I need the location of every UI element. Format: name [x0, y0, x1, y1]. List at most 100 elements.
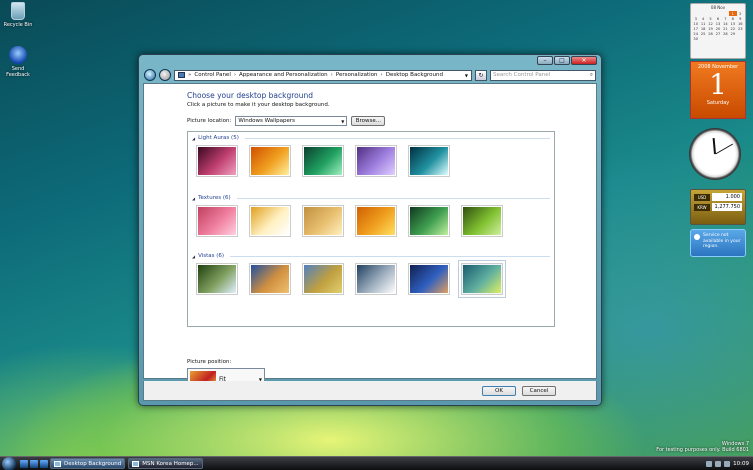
- taskbar: Desktop Background MSN Korea Homep... 10…: [0, 456, 753, 470]
- currency-value[interactable]: 1,277.750: [712, 203, 742, 211]
- show-desktop-icon[interactable]: [20, 459, 28, 468]
- date-gadget[interactable]: 2008 November 1 Saturday: [690, 61, 746, 119]
- picture-position-label: Picture position:: [187, 359, 232, 365]
- refresh-button[interactable]: ↻: [475, 69, 487, 81]
- currency-code[interactable]: USD: [694, 193, 710, 201]
- wallpaper-thumbnail[interactable]: [355, 145, 397, 177]
- wallpaper-thumbnail[interactable]: [408, 145, 450, 177]
- wallpaper-thumbnail[interactable]: [355, 205, 397, 237]
- window-controls: – □ ✕: [537, 56, 597, 65]
- watermark-line: For testing purposes only. Build 6801: [656, 447, 749, 453]
- wallpaper-thumbnail[interactable]: [196, 145, 238, 177]
- currency-value[interactable]: 1.000: [712, 193, 742, 201]
- wallpaper-thumbnail[interactable]: [302, 205, 344, 237]
- desktop-icon-label: Recycle Bin: [3, 22, 33, 28]
- chevron-down-icon[interactable]: ▼: [465, 73, 468, 78]
- dialog-footer: OK Cancel: [143, 381, 597, 401]
- back-button[interactable]: ‹: [144, 69, 156, 81]
- taskbar-item-desktop-background[interactable]: Desktop Background: [50, 458, 126, 469]
- control-panel-icon: [54, 460, 61, 467]
- group-textures: ◢ Textures (6): [192, 195, 550, 237]
- wallpaper-thumbnail[interactable]: [302, 263, 344, 295]
- switch-windows-icon[interactable]: [30, 459, 38, 468]
- calendar-month-header: 08 Nov: [710, 5, 726, 10]
- clock-gadget[interactable]: [687, 126, 743, 182]
- calendar-day[interactable]: 28: [722, 31, 729, 36]
- wallpaper-thumbnail[interactable]: [461, 205, 503, 237]
- collapse-triangle-icon[interactable]: ◢: [192, 196, 195, 201]
- network-icon[interactable]: [706, 460, 713, 467]
- minimize-button[interactable]: –: [537, 56, 553, 65]
- security-icon[interactable]: [724, 460, 731, 467]
- thumbnail-row: [196, 145, 550, 177]
- clock-hour-hand: [712, 137, 716, 155]
- breadcrumb-control-panel[interactable]: Control Panel: [194, 72, 230, 78]
- wallpaper-thumbnail[interactable]: [249, 205, 291, 237]
- calendar-day: [722, 36, 729, 41]
- weather-gadget[interactable]: Service not available in your region.: [690, 229, 746, 257]
- chevron-down-icon: ▼: [341, 118, 345, 124]
- internet-explorer-icon: [132, 460, 140, 467]
- internet-explorer-icon[interactable]: [40, 459, 48, 468]
- search-input[interactable]: Search Control Panel ⌕: [490, 69, 596, 81]
- cancel-button[interactable]: Cancel: [522, 386, 556, 396]
- calendar-day: [714, 36, 721, 41]
- date-weekday: Saturday: [706, 100, 730, 106]
- calendar-day[interactable]: 30: [692, 36, 699, 41]
- send-feedback-desktop-icon[interactable]: Send Feedback: [2, 46, 34, 78]
- address-bar[interactable]: » Control Panel › Appearance and Persona…: [174, 69, 472, 81]
- wallpaper-thumbnail[interactable]: [458, 260, 506, 298]
- wallpaper-thumbnail[interactable]: [196, 205, 238, 237]
- search-icon[interactable]: ⌕: [590, 72, 593, 79]
- calendar-grid: 1 2 3 4 5 6 7 8 9 10 11 12 13 14 15 16 17 18 19 20 21 22 23 24 2…: [692, 11, 744, 41]
- calendar-day[interactable]: 14: [722, 21, 729, 26]
- info-icon: [694, 234, 700, 240]
- taskbar-item-msn[interactable]: MSN Korea Homep...: [128, 458, 203, 469]
- wallpaper-thumbnail[interactable]: [249, 263, 291, 295]
- group-header[interactable]: ◢ Light Auras (5): [192, 135, 550, 141]
- wallpaper-thumbnail[interactable]: [302, 145, 344, 177]
- group-header[interactable]: ◢ Vistas (6): [192, 253, 550, 259]
- wallpaper-preview: [357, 207, 395, 235]
- tray-clock[interactable]: 10:09: [733, 461, 749, 467]
- ok-button[interactable]: OK: [482, 386, 516, 396]
- currency-row: KRW 1,277.750: [694, 203, 742, 211]
- control-panel-icon: [178, 72, 185, 78]
- collapse-triangle-icon[interactable]: ◢: [192, 254, 195, 259]
- browse-button[interactable]: Browse...: [351, 116, 386, 126]
- currency-code[interactable]: KRW: [694, 203, 710, 211]
- picture-location-row: Picture location: Windows Wallpapers ▼ B…: [187, 116, 386, 126]
- picture-location-label: Picture location:: [187, 118, 232, 124]
- wallpaper-gallery[interactable]: ◢ Light Auras (5) ◢ Textures (6) ◢ Vistas (…: [187, 131, 555, 327]
- wallpaper-thumbnail[interactable]: [249, 145, 291, 177]
- wallpaper-preview: [463, 265, 501, 293]
- volume-icon[interactable]: [715, 460, 722, 467]
- wallpaper-thumbnail[interactable]: [408, 263, 450, 295]
- group-header[interactable]: ◢ Textures (6): [192, 195, 550, 201]
- thumbnail-row: [196, 260, 550, 298]
- maximize-button[interactable]: □: [554, 56, 570, 65]
- calendar-day: [729, 36, 736, 41]
- currency-gadget[interactable]: USD 1.000 KRW 1,277.750: [690, 189, 746, 225]
- group-light-auras: ◢ Light Auras (5): [192, 135, 550, 177]
- start-button[interactable]: [2, 456, 16, 470]
- breadcrumb-desktop-background[interactable]: Desktop Background: [386, 72, 443, 78]
- wallpaper-preview: [410, 265, 448, 293]
- calendar-gadget[interactable]: 08 Nov 1 2 3 4 5 6 7 8 9 10 11 12 13 14 15 16 17 18 19 20 21…: [690, 3, 746, 59]
- recycle-bin-desktop-icon[interactable]: Recycle Bin: [2, 2, 34, 28]
- feedback-icon: [9, 46, 27, 64]
- picture-location-select[interactable]: Windows Wallpapers ▼: [235, 116, 348, 126]
- breadcrumb-appearance[interactable]: Appearance and Personalization: [239, 72, 328, 78]
- page-subtitle: Click a picture to make it your desktop …: [187, 102, 330, 108]
- group-vistas: ◢ Vistas (6): [192, 253, 550, 298]
- calendar-day: [699, 36, 706, 41]
- calendar-day[interactable]: 16: [737, 21, 744, 26]
- page-title: Choose your desktop background: [187, 91, 313, 100]
- wallpaper-thumbnail[interactable]: [196, 263, 238, 295]
- wallpaper-thumbnail[interactable]: [408, 205, 450, 237]
- breadcrumb-personalization[interactable]: Personalization: [336, 72, 378, 78]
- forward-button[interactable]: ›: [159, 69, 171, 81]
- close-button[interactable]: ✕: [571, 56, 597, 65]
- wallpaper-thumbnail[interactable]: [355, 263, 397, 295]
- collapse-triangle-icon[interactable]: ◢: [192, 136, 195, 141]
